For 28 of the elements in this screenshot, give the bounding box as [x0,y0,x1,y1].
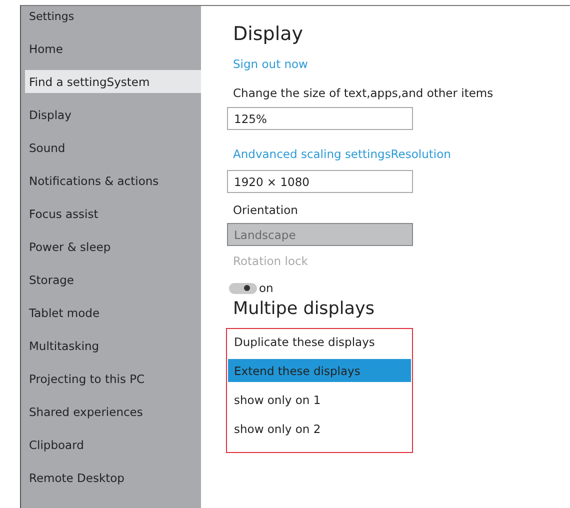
toggle-label: on [259,281,274,295]
sidebar-item[interactable]: Notifications & actions [25,169,201,192]
sidebar-item[interactable]: Sound [25,136,201,159]
page-title: Display [233,23,304,47]
rotation-lock-label: Rotation lock [233,254,308,268]
sidebar-item[interactable]: Tablet mode [25,301,201,324]
sidebar-item[interactable]: Power & sleep [25,235,201,258]
sidebar-item[interactable]: Storage [25,268,201,291]
rotation-lock-toggle[interactable] [229,282,257,294]
display-option[interactable]: Duplicate these displays [228,330,411,353]
sidebar-item[interactable]: Projecting to this PC [25,367,201,390]
sidebar-item[interactable]: Remote Desktop [25,466,201,489]
sidebar-item[interactable]: Focus assist [25,202,201,225]
sidebar-item[interactable]: Home [25,37,201,60]
sidebar-item[interactable]: Find a settingSystem [25,70,201,93]
section-title: Multipe displays [233,299,374,321]
scale-label: Change the size of text,apps,and other items [233,86,494,100]
app-title: Settings [28,9,76,25]
display-option[interactable]: show only on 1 [228,388,411,411]
sidebar-item[interactable]: Display [25,103,201,126]
resolution-dropdown[interactable]: 1920 × 1080 [227,170,413,193]
sidebar-item[interactable]: Clipboard [25,433,201,456]
sidebar-item[interactable]: Multitasking [25,334,201,357]
orientation-label: Orientation [233,203,298,217]
sidebar-item[interactable]: Shared experiences [25,400,201,423]
display-option[interactable]: show only on 2 [228,417,411,440]
display-option[interactable]: Extend these displays [228,359,411,382]
scale-dropdown[interactable]: 125% [227,107,413,130]
